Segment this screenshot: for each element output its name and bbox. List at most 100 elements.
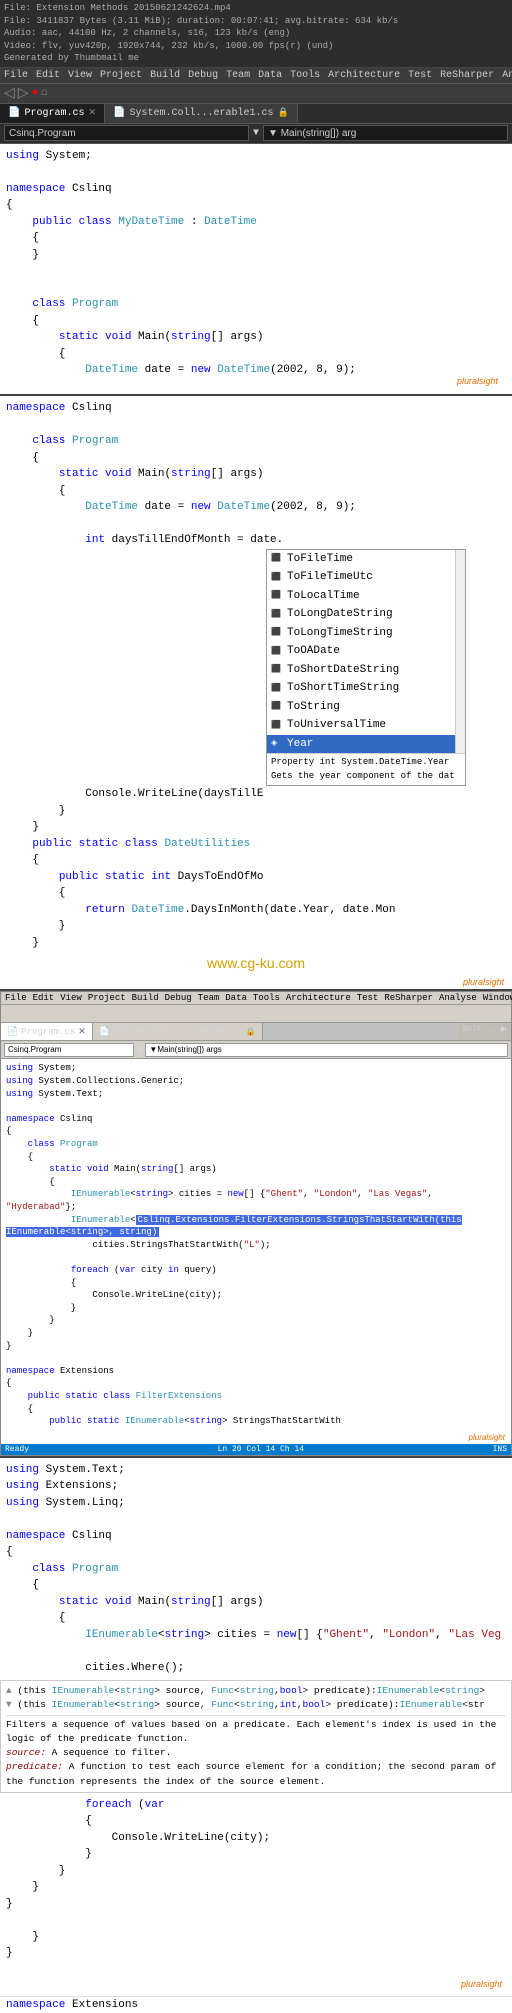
forward-icon[interactable]: ▷ [18,85,29,102]
ide-menu-view[interactable]: View [60,993,82,1003]
ide-menu-file[interactable]: File [5,993,27,1003]
tooltip-param-source-desc: A sequence to filter. [52,1747,172,1758]
ide-menu-resharper[interactable]: ReSharper [384,993,433,1003]
status-ready: Ready [5,1445,29,1454]
ide-menu-project[interactable]: Project [88,993,126,1003]
ide-code-line: using System.Text; [6,1088,506,1101]
ac-item-tofiletime[interactable]: ⬛ ToFileTime [267,550,455,569]
ide-code-line: } [6,1327,506,1340]
ide-tab-lock-2: 🔒 [246,1027,256,1037]
ide-address-right[interactable] [145,1043,508,1057]
ide-menu-window[interactable]: Window [483,993,512,1003]
ide-code-block: using System; using System.Collections.G… [1,1059,511,1430]
menu-debug[interactable]: Debug [188,70,218,81]
menu-ana[interactable]: Ana [502,70,512,81]
menu-test[interactable]: Test [408,70,432,81]
code-line: using Extensions; [6,1478,506,1495]
ide-solution-explorer-tab[interactable]: Solt... ▶ [458,1023,511,1040]
ac-item-toshortdatestring[interactable]: ⬛ ToShortDateString [267,661,455,680]
ide-address-bar: ▼ [1,1041,511,1059]
tooltip-param-source-name: source: [6,1747,46,1758]
ide-tab-close-1[interactable]: ✕ [78,1027,86,1037]
code-line [6,263,506,280]
back-icon[interactable]: ◁ [4,85,15,102]
toolbar: ◁ ▷ ● ⌂ [0,84,512,104]
code-line: using System.Linq; [6,1495,506,1512]
code-line [6,417,506,434]
menu-tools[interactable]: Tools [290,70,320,81]
video-details1: File: 3411837 Bytes (3.11 MiB); duration… [4,15,508,28]
ps-logo-3: pluralsight [6,1978,506,1992]
address-right-input[interactable] [263,125,508,141]
ac-icon-3: ⬛ [271,590,283,602]
tab-icon-1: 📄 [8,107,20,119]
ide-address-left[interactable] [4,1043,134,1057]
code-line: class Program [6,433,506,450]
ide-code-line: { [6,1277,506,1290]
menu-bar: File Edit View Project Build Debug Team … [0,68,512,84]
ac-item-touniversaltime[interactable]: ⬛ ToUniversalTime [267,716,455,735]
tab-program-cs[interactable]: 📄 Program.cs ✕ [0,104,105,123]
home-icon[interactable]: ⌂ [41,87,48,99]
ide-tab-program-cs[interactable]: 📄 Program.cs ✕ [1,1023,93,1040]
ide-menu-edit[interactable]: Edit [33,993,55,1003]
ide-menu-data[interactable]: Data [225,993,247,1003]
address-left-input[interactable] [4,125,249,141]
code-line: { [6,450,506,467]
ide-menu-tools[interactable]: Tools [253,993,280,1003]
ide-toolbar [1,1005,511,1023]
code-line [6,280,506,297]
code-line: Console.WriteLine(city); [6,1830,506,1847]
ide-tab-system-collections[interactable]: 📄 System.Coll...erable1.cs 🔒 [93,1023,263,1040]
ac-item-tooadate[interactable]: ⬛ ToOADate [267,642,455,661]
menu-team[interactable]: Team [226,70,250,81]
code-line: foreach (var [6,1797,506,1814]
ide-menu-build[interactable]: Build [132,993,159,1003]
ide-code-line: using System.Collections.Generic; [6,1075,506,1088]
code-line: public class MyDateTime : DateTime [6,214,506,231]
menu-edit[interactable]: Edit [36,70,60,81]
tooltip-arrow-up[interactable]: ▲ [6,1685,12,1696]
tooltip-line1: ▲ (this IEnumerable<string> source, Func… [6,1684,506,1698]
ide-menu-test[interactable]: Test [357,993,379,1003]
ide-code-line: namespace Cslinq [6,1113,506,1126]
ac-item-tofiletimeutc[interactable]: ⬛ ToFileTimeUtc [267,568,455,587]
menu-build[interactable]: Build [150,70,180,81]
stop-icon[interactable]: ● [32,87,39,99]
ac-item-tolongtimestring[interactable]: ⬛ ToLongTimeString [267,624,455,643]
code-line [6,1962,506,1979]
ide-menu-debug[interactable]: Debug [165,993,192,1003]
code-section-3: using System.Text; using Extensions; usi… [0,1458,512,1681]
menu-file[interactable]: File [4,70,28,81]
ide-code-line: public static class FilterExtensions [6,1390,506,1403]
ac-icon-10: ⬛ [271,720,283,732]
tooltip-sig-2: (this IEnumerable<string> source, Func<s… [17,1699,485,1710]
ac-item-tolocaltime[interactable]: ⬛ ToLocalTime [267,587,455,606]
ide-menu-analyse[interactable]: Analyse [439,993,477,1003]
code-line [6,1643,506,1660]
autocomplete-dropdown[interactable]: ⬛ ToFileTime ⬛ ToFileTimeUtc ⬛ ToLocalTi… [266,549,466,787]
tooltip-param-source: source: A sequence to filter. [6,1746,506,1760]
status-position: Ln 20 Col 14 Ch 14 [218,1445,304,1454]
menu-view[interactable]: View [68,70,92,81]
ac-item-tolongdatestring[interactable]: ⬛ ToLongDateString [267,605,455,624]
ac-icon-8: ⬛ [271,683,283,695]
ide-menu-team[interactable]: Team [198,993,220,1003]
ide-menu-arch[interactable]: Architecture [286,993,351,1003]
tab-close-1[interactable]: ✕ [88,108,96,118]
tooltip-arrow-down[interactable]: ▼ [6,1699,12,1710]
ac-item-year[interactable]: ◈ Year [267,735,455,754]
tab-system-collections[interactable]: 📄 System.Coll...erable1.cs 🔒 [105,104,298,123]
menu-architecture[interactable]: Architecture [328,70,400,81]
menu-resharper[interactable]: ReSharper [440,70,494,81]
menu-project[interactable]: Project [100,70,142,81]
code-line: } [6,1945,506,1962]
code-line: } [6,918,506,935]
code-line: { [6,346,506,363]
menu-data[interactable]: Data [258,70,282,81]
code-line: } [6,1879,506,1896]
ac-item-tostring[interactable]: ⬛ ToString [267,698,455,717]
ac-item-toshorttimestring[interactable]: ⬛ ToShortTimeString [267,679,455,698]
code-line: { [6,885,506,902]
code-line: return DateTime.DaysInMonth(date.Year, d… [6,902,506,919]
